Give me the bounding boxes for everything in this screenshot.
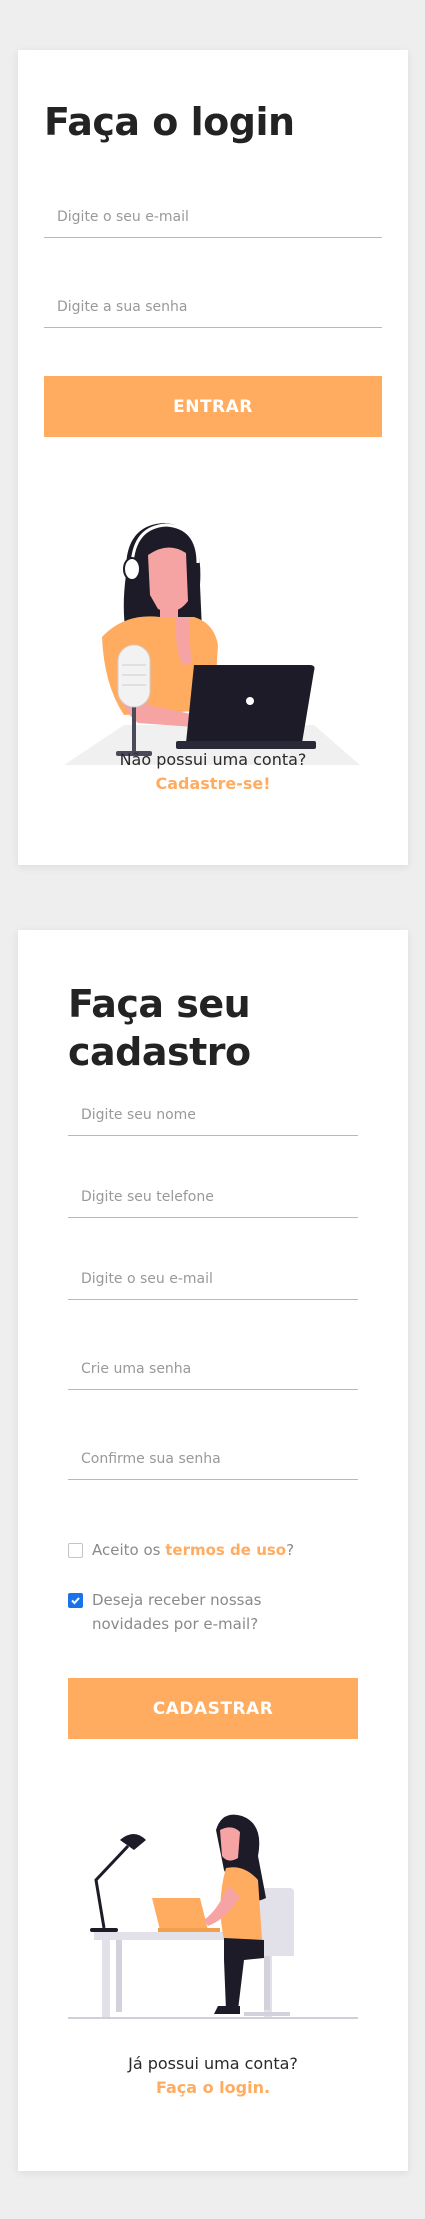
signup-title-line2: cadastro bbox=[68, 1030, 251, 1074]
signup-has-account-text: Já possui uma conta? bbox=[128, 2054, 298, 2073]
newsletter-checkbox-row[interactable]: Deseja receber nossas novidades por e-mai… bbox=[68, 1588, 262, 1636]
signup-title-line1: Faça seu bbox=[68, 982, 251, 1026]
signup-password-field[interactable] bbox=[68, 1346, 358, 1390]
signup-login-link[interactable]: Faça o login. bbox=[18, 2078, 408, 2097]
login-password-field[interactable] bbox=[44, 284, 382, 328]
signup-confirm-password-field[interactable] bbox=[68, 1436, 358, 1480]
newsletter-label: Deseja receber nossas novidades por e-mai… bbox=[92, 1588, 262, 1636]
login-title: Faça o login bbox=[44, 100, 295, 144]
login-card: Faça o login ENTRAR bbox=[18, 50, 408, 865]
login-email-input[interactable] bbox=[44, 202, 382, 232]
login-submit-button[interactable]: ENTRAR bbox=[44, 376, 382, 437]
signup-submit-button[interactable]: CADASTRAR bbox=[68, 1678, 358, 1739]
login-email-field[interactable] bbox=[44, 194, 382, 238]
login-no-account-text: Não possui uma conta? bbox=[119, 750, 307, 769]
signup-card: Faça seu cadastro Aceito os termos de us… bbox=[18, 930, 408, 2171]
checkmark-icon bbox=[71, 1597, 80, 1605]
signup-password-input[interactable] bbox=[68, 1354, 358, 1384]
signup-name-input[interactable] bbox=[68, 1100, 358, 1130]
terms-checkbox[interactable] bbox=[68, 1543, 83, 1558]
terms-suffix: ? bbox=[286, 1541, 295, 1559]
terms-link[interactable]: termos de uso bbox=[165, 1541, 286, 1559]
signup-phone-input[interactable] bbox=[68, 1182, 358, 1212]
signup-confirm-password-input[interactable] bbox=[68, 1444, 358, 1474]
woman-podcasting-illustration bbox=[64, 523, 360, 765]
woman-at-desk-illustration bbox=[68, 1814, 358, 2019]
signup-email-field[interactable] bbox=[68, 1256, 358, 1300]
login-password-input[interactable] bbox=[44, 292, 382, 322]
signup-title: Faça seu cadastro bbox=[68, 980, 251, 1076]
newsletter-label-line2: novidades por e-mail? bbox=[92, 1615, 259, 1633]
signup-name-field[interactable] bbox=[68, 1092, 358, 1136]
signup-phone-field[interactable] bbox=[68, 1174, 358, 1218]
terms-prefix: Aceito os bbox=[92, 1541, 166, 1559]
newsletter-checkbox[interactable] bbox=[68, 1593, 83, 1608]
login-signup-link[interactable]: Cadastre-se! bbox=[18, 774, 408, 793]
terms-checkbox-row[interactable]: Aceito os termos de uso? bbox=[68, 1538, 294, 1562]
signup-email-input[interactable] bbox=[68, 1264, 358, 1294]
terms-label: Aceito os termos de uso? bbox=[92, 1538, 294, 1562]
newsletter-label-line1: Deseja receber nossas bbox=[92, 1591, 262, 1609]
